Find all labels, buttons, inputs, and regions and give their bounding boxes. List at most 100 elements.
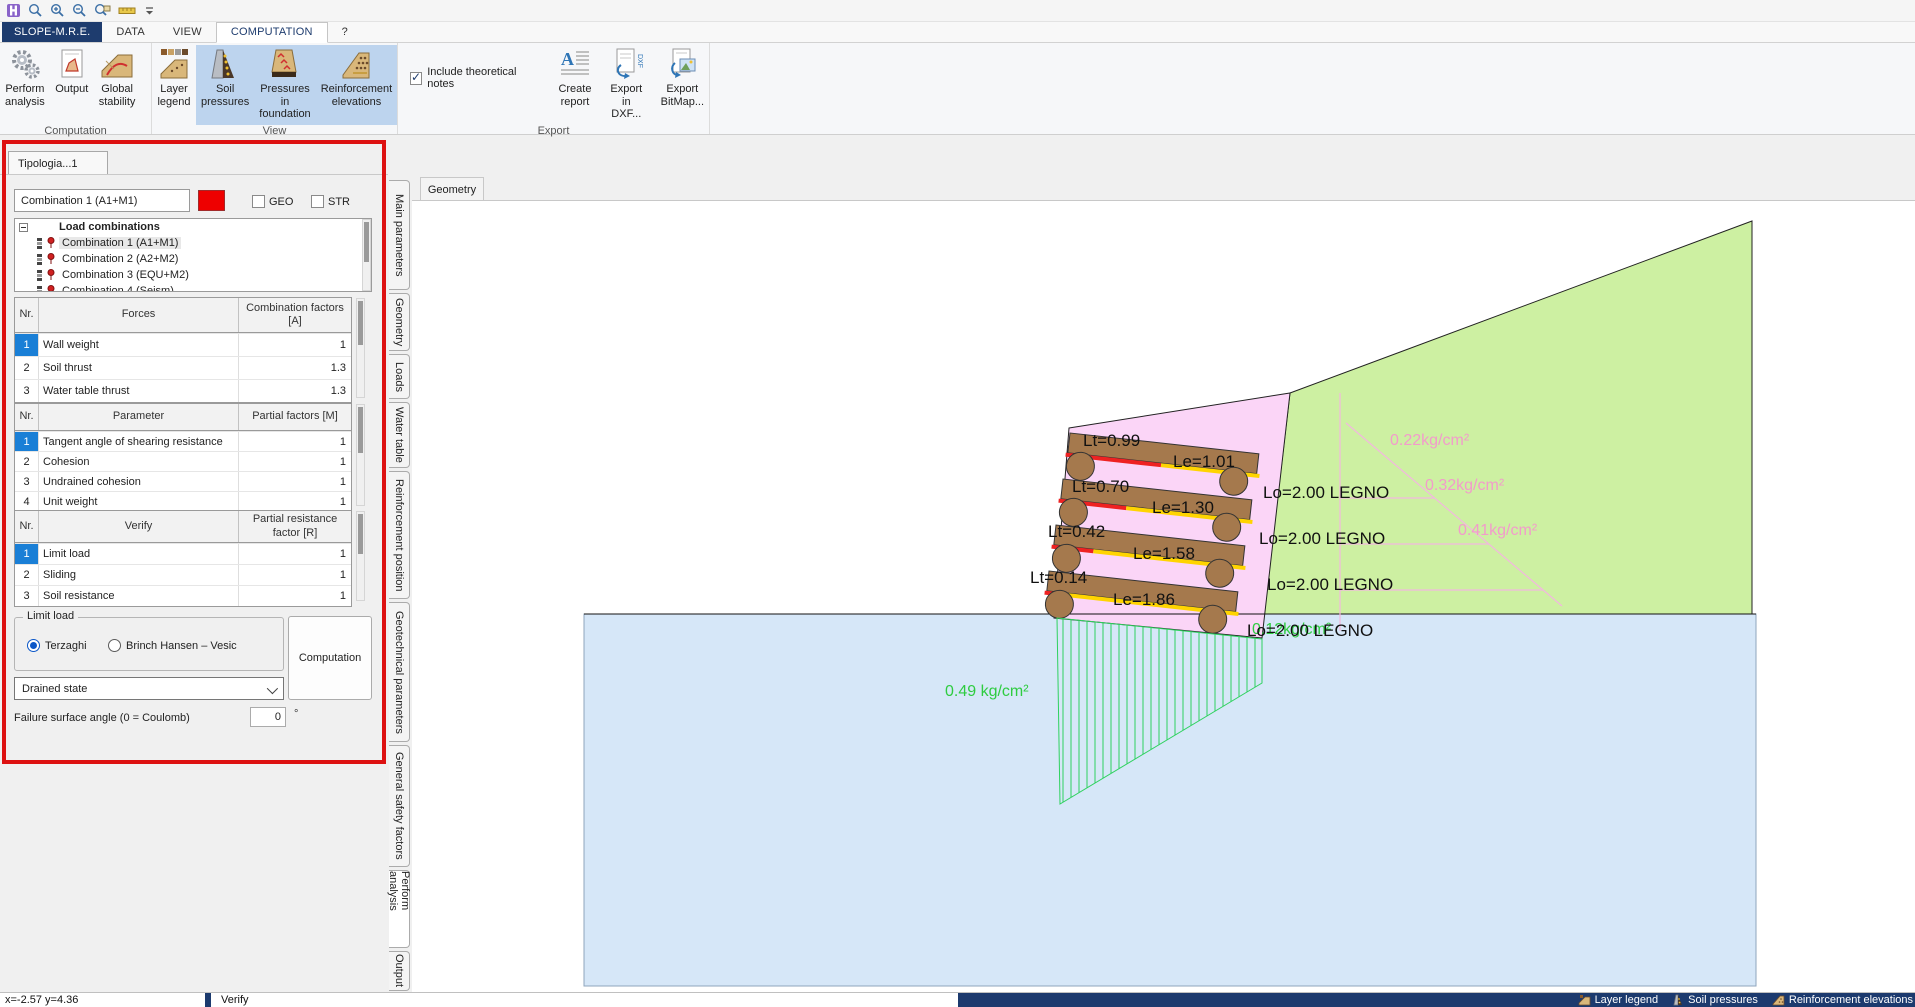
degree-unit: °: [294, 708, 298, 720]
zoom-selection-icon[interactable]: [94, 3, 111, 18]
layer-legend-button[interactable]: Layer legend: [152, 45, 196, 125]
checkbox-label: STR: [328, 196, 350, 208]
pressures-in-foundation-button[interactable]: Pressures in foundation: [254, 45, 315, 125]
tab-loads[interactable]: Loads: [389, 354, 410, 399]
table-row[interactable]: 3 Soil resistance 1: [15, 585, 351, 606]
tree-scrollbar[interactable]: [362, 219, 371, 291]
table-row[interactable]: 4 Unit weight 1: [15, 491, 351, 511]
radio-label: Terzaghi: [45, 640, 87, 652]
combination-color-swatch[interactable]: [198, 190, 225, 211]
tab-view[interactable]: VIEW: [159, 23, 216, 42]
forces-table-scrollbar[interactable]: [356, 298, 365, 398]
verify-name: Limit load: [39, 544, 239, 564]
brinch-hansen-vesic-radio[interactable]: Brinch Hansen – Vesic: [108, 639, 237, 652]
tab-general-safety-factors[interactable]: General safety factors: [389, 745, 410, 867]
reinforcement-elevations-toggle[interactable]: Reinforcement elevations: [1772, 994, 1913, 1006]
water-region: [584, 614, 1756, 986]
table-row[interactable]: 3 Water table thrust 1.3: [15, 379, 351, 402]
tree-item-combination-1[interactable]: Combination 1 (A1+M1): [15, 235, 371, 251]
tab-data[interactable]: DATA: [102, 23, 159, 42]
global-stability-button[interactable]: Global stability: [94, 45, 141, 125]
tree-root[interactable]: Load combinations: [15, 219, 371, 235]
soil-pressures-toggle[interactable]: Soil pressures: [1672, 994, 1758, 1006]
drainage-state-select[interactable]: Drained state: [14, 677, 284, 700]
layer-legend-toggle[interactable]: Layer legend: [1578, 994, 1659, 1006]
pressures-foundation-icon: [268, 47, 302, 81]
canvas-tab-geometry[interactable]: Geometry: [420, 177, 484, 201]
pin-icon: [47, 253, 55, 265]
selected-option: Drained state: [22, 683, 87, 695]
table-row[interactable]: 1 Limit load 1: [15, 543, 351, 564]
soil-pressures-button[interactable]: Soil pressures: [196, 45, 254, 125]
report-icon: A: [558, 47, 592, 81]
factor-value[interactable]: 1: [239, 334, 351, 356]
perform-analysis-button[interactable]: Perform analysis: [0, 45, 50, 125]
tab-help[interactable]: ?: [328, 23, 362, 42]
tab-geometry[interactable]: Geometry: [389, 293, 410, 351]
tab-main-parameters[interactable]: Main parameters: [389, 180, 410, 290]
factor-value[interactable]: 1: [239, 452, 351, 471]
combination-name-input[interactable]: Combination 1 (A1+M1): [14, 189, 190, 212]
save-icon[interactable]: [6, 3, 21, 18]
le-label: Le=1.86: [1113, 590, 1175, 609]
zoom-out-icon[interactable]: [72, 3, 87, 18]
tab-water-table[interactable]: Water table: [389, 402, 410, 468]
table-row[interactable]: 2 Soil thrust 1.3: [15, 356, 351, 379]
factor-value[interactable]: 1.3: [239, 357, 351, 379]
export-bitmap-button[interactable]: Export BitMap...: [656, 45, 709, 125]
layer-legend-icon: [1578, 994, 1591, 1006]
tree-item-combination-2[interactable]: Combination 2 (A2+M2): [15, 251, 371, 267]
verify-table-scrollbar[interactable]: [356, 511, 365, 601]
radio-label: Brinch Hansen – Vesic: [126, 640, 237, 652]
failure-angle-input[interactable]: 0: [250, 707, 286, 727]
include-theoretical-notes-checkbox[interactable]: Include theoretical notes: [410, 66, 538, 90]
table-row[interactable]: 2 Sliding 1: [15, 564, 351, 585]
zoom-in-icon[interactable]: [50, 3, 65, 18]
reinforcement-elevations-button[interactable]: Reinforcement elevations: [316, 45, 398, 125]
tree-root-label: Load combinations: [56, 221, 163, 233]
tree-item-combination-4[interactable]: Combination 4 (Seism): [15, 283, 371, 292]
terzaghi-radio[interactable]: Terzaghi: [27, 639, 87, 652]
row-number: 2: [15, 357, 39, 379]
col-header-nr: Nr.: [15, 298, 39, 332]
measure-icon[interactable]: [118, 3, 137, 18]
chevron-down-icon: [267, 683, 278, 694]
panel-tab-tipologia[interactable]: Tipologia...1: [8, 151, 108, 175]
tab-perform-analysis[interactable]: Perform analysis: [389, 870, 410, 948]
collapse-icon[interactable]: [19, 223, 28, 232]
table-row[interactable]: 3 Undrained cohesion 1: [15, 471, 351, 491]
factor-value[interactable]: 1: [239, 432, 351, 451]
factor-value[interactable]: 1.3: [239, 380, 351, 402]
lo-label: Lo=2.00 LEGNO: [1263, 483, 1389, 502]
output-button[interactable]: Output: [50, 45, 94, 125]
radio-icon: [108, 639, 121, 652]
table-row[interactable]: 2 Cohesion 1: [15, 451, 351, 471]
factor-value[interactable]: 1: [239, 492, 351, 511]
computation-button[interactable]: Computation: [288, 616, 372, 700]
customize-dropdown-icon[interactable]: [144, 3, 155, 18]
factor-value[interactable]: 1: [239, 544, 351, 564]
table-row[interactable]: 1 Tangent angle of shearing resistance 1: [15, 431, 351, 451]
str-checkbox[interactable]: STR: [311, 195, 350, 208]
output-document-icon: [55, 47, 89, 81]
table-row[interactable]: 1 Wall weight 1: [15, 333, 351, 356]
tab-geotechnical-parameters[interactable]: Geotechnical parameters: [389, 602, 410, 742]
parameters-table-scrollbar[interactable]: [356, 404, 365, 506]
lo-label: Lo=2.00 LEGNO: [1247, 621, 1373, 640]
create-report-button[interactable]: A Create report: [553, 45, 597, 125]
export-dxf-button[interactable]: DXF Export in DXF...: [602, 45, 651, 125]
factor-value[interactable]: 1: [239, 586, 351, 606]
tab-computation[interactable]: COMPUTATION: [216, 22, 328, 43]
tab-output[interactable]: Output: [389, 951, 410, 991]
factor-value[interactable]: 1: [239, 472, 351, 491]
group-label: View: [152, 125, 397, 137]
zoom-window-icon[interactable]: [28, 3, 43, 18]
geo-checkbox[interactable]: GEO: [252, 195, 293, 208]
grid-icon: [37, 286, 43, 293]
factor-value[interactable]: 1: [239, 565, 351, 585]
checkbox-icon: [311, 195, 324, 208]
tree-item-combination-3[interactable]: Combination 3 (EQU+M2): [15, 267, 371, 283]
lt-label: Lt=0.14: [1030, 568, 1087, 587]
tab-slope-mre[interactable]: SLOPE-M.R.E.: [2, 22, 102, 42]
tab-reinforcement-position[interactable]: Reinforcement position: [389, 471, 410, 599]
